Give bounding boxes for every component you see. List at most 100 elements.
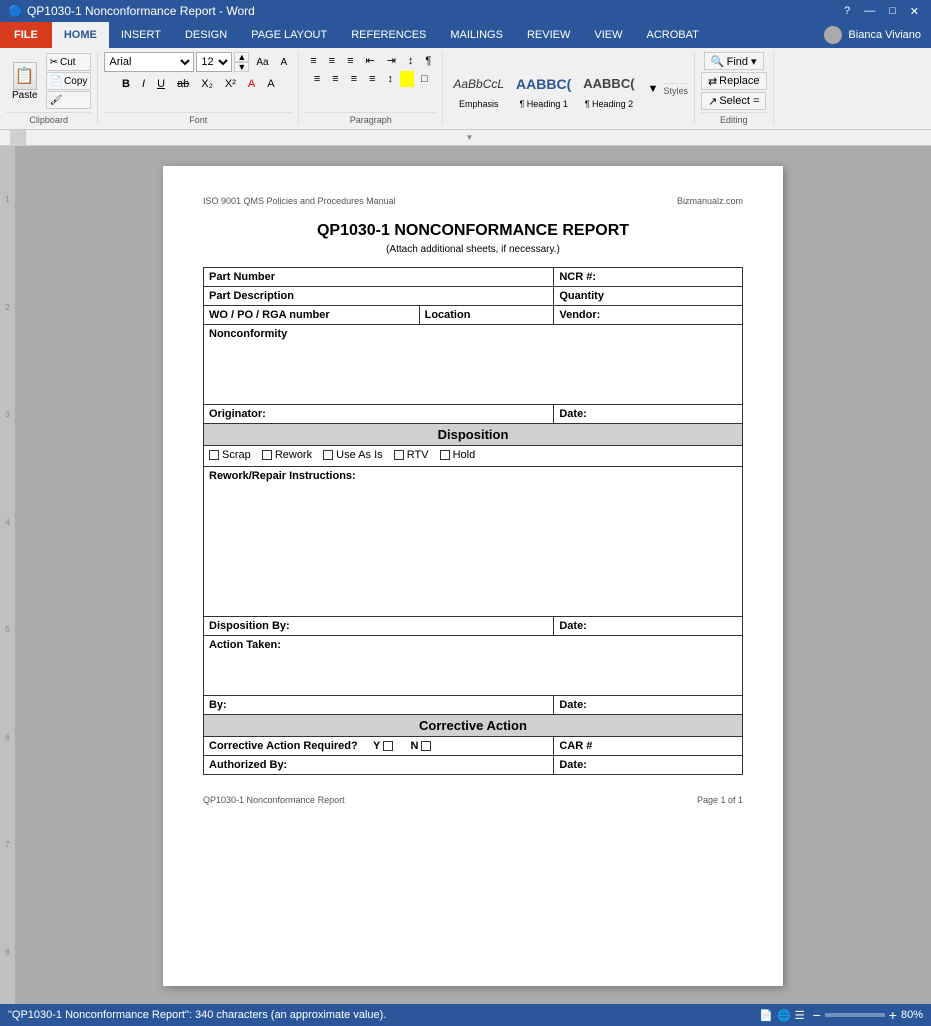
tab-review[interactable]: REVIEW bbox=[515, 22, 582, 48]
outline-view-icon[interactable]: ☰ bbox=[795, 1009, 805, 1022]
tab-insert[interactable]: INSERT bbox=[109, 22, 173, 48]
hold-checkbox[interactable]: Hold bbox=[440, 449, 476, 461]
useas-checkbox[interactable]: Use As Is bbox=[323, 449, 382, 461]
cut-icon: ✂ bbox=[50, 57, 58, 68]
justify-btn[interactable]: ≡ bbox=[364, 71, 380, 87]
replace-button[interactable]: ⇄ Replace bbox=[701, 72, 767, 90]
heading1-label: ¶ Heading 1 bbox=[519, 99, 567, 109]
format-painter-button[interactable]: 🖌 bbox=[46, 91, 92, 109]
style-heading2[interactable]: AABBC( ¶ Heading 2 bbox=[579, 67, 638, 111]
style-emphasis[interactable]: AaBbCcL Emphasis bbox=[449, 67, 508, 111]
styles-more-btn[interactable]: ▼ bbox=[643, 81, 664, 97]
ribbon-group-clipboard: 📋 Paste ✂ Cut 📄 Copy 🖌 Clipboard bbox=[0, 52, 98, 125]
cut-button[interactable]: ✂ Cut bbox=[46, 53, 92, 71]
table-row: WO / PO / RGA number Location Vendor: bbox=[204, 306, 743, 325]
tab-page-layout[interactable]: PAGE LAYOUT bbox=[239, 22, 339, 48]
shading-btn[interactable] bbox=[400, 71, 414, 87]
disposition-header: Disposition bbox=[204, 424, 743, 446]
paragraph-label: Paragraph bbox=[305, 112, 436, 125]
ruler: ▼ bbox=[0, 130, 931, 146]
table-row: Part Description Quantity bbox=[204, 287, 743, 306]
tab-mailings[interactable]: MAILINGS bbox=[438, 22, 515, 48]
copy-button[interactable]: 📄 Copy bbox=[46, 72, 92, 90]
borders-btn[interactable]: □ bbox=[416, 71, 433, 87]
increase-font-btn[interactable]: ▲ bbox=[234, 52, 249, 62]
rtv-label: RTV bbox=[407, 449, 429, 461]
increase-indent-btn[interactable]: ⇥ bbox=[382, 52, 401, 69]
by-label: By: bbox=[204, 696, 554, 715]
user-name[interactable]: Bianca Viviano bbox=[848, 29, 921, 41]
table-row: Scrap Rework Use As Is RTV Hold bbox=[204, 446, 743, 467]
format-painter-icon: 🖌 bbox=[50, 95, 63, 106]
select-icon: ↗ bbox=[708, 95, 717, 108]
print-view-icon[interactable]: 📄 bbox=[759, 1009, 773, 1022]
rework-checkbox[interactable]: Rework bbox=[262, 449, 312, 461]
subscript-btn[interactable]: X₂ bbox=[196, 76, 218, 92]
align-left-btn[interactable]: ≡ bbox=[309, 71, 325, 87]
maximize-btn[interactable]: □ bbox=[885, 5, 900, 18]
date3-label: Date: bbox=[554, 696, 743, 715]
rtv-cb bbox=[394, 450, 404, 460]
clear-format-btn[interactable]: Aa bbox=[251, 55, 273, 70]
multilevel-list-btn[interactable]: ≡ bbox=[342, 52, 358, 69]
decrease-font-btn[interactable]: ▼ bbox=[234, 62, 249, 72]
n-cb bbox=[421, 741, 431, 751]
ruler-main: ▼ bbox=[25, 130, 921, 145]
title-bar-left: 🔵 QP1030-1 Nonconformance Report - Word bbox=[8, 4, 255, 18]
select-button[interactable]: ↗ Select = bbox=[701, 92, 766, 110]
useas-cb bbox=[323, 450, 333, 460]
ribbon-group-editing: 🔍 Find ▾ ⇄ Replace ↗ Select = Editing bbox=[695, 52, 774, 125]
tab-acrobat[interactable]: ACROBAT bbox=[634, 22, 710, 48]
zoom-level[interactable]: 80% bbox=[901, 1009, 923, 1021]
highlight-btn[interactable]: A bbox=[276, 55, 293, 70]
zoom-slider[interactable] bbox=[825, 1013, 885, 1017]
web-view-icon[interactable]: 🌐 bbox=[777, 1009, 791, 1022]
minimize-btn[interactable]: — bbox=[860, 5, 879, 18]
decrease-indent-btn[interactable]: ⇤ bbox=[360, 52, 379, 69]
tab-file[interactable]: FILE bbox=[0, 22, 52, 48]
text-highlight-btn[interactable]: A bbox=[262, 76, 279, 92]
text-color-btn[interactable]: A bbox=[243, 76, 260, 92]
title-bar-controls: ? — □ ✕ bbox=[840, 5, 923, 18]
zoom-out-btn[interactable]: − bbox=[813, 1007, 821, 1023]
doc-subtitle: (Attach additional sheets, if necessary.… bbox=[203, 244, 743, 255]
table-row: Rework/Repair Instructions: bbox=[204, 467, 743, 617]
line-spacing-btn[interactable]: ↕ bbox=[383, 71, 399, 87]
help-btn[interactable]: ? bbox=[840, 5, 854, 18]
align-center-btn[interactable]: ≡ bbox=[327, 71, 343, 87]
table-row: Disposition bbox=[204, 424, 743, 446]
style-heading1[interactable]: AABBC( ¶ Heading 1 bbox=[512, 67, 575, 111]
corrective-y-checkbox[interactable]: Y bbox=[373, 740, 393, 752]
scrap-checkbox[interactable]: Scrap bbox=[209, 449, 251, 461]
paste-button[interactable]: 📋 Paste bbox=[6, 60, 44, 103]
corrective-header: Corrective Action bbox=[204, 715, 743, 737]
find-button[interactable]: 🔍 Find ▾ bbox=[704, 52, 764, 70]
rtv-checkbox[interactable]: RTV bbox=[394, 449, 429, 461]
replace-icon: ⇄ bbox=[708, 75, 717, 88]
font-size-select[interactable]: 12 bbox=[196, 52, 232, 72]
bold-button[interactable]: B bbox=[117, 76, 135, 92]
italic-button[interactable]: I bbox=[137, 76, 150, 92]
tab-home[interactable]: HOME bbox=[52, 22, 109, 48]
tab-design[interactable]: DESIGN bbox=[173, 22, 239, 48]
wopo-label: WO / PO / RGA number bbox=[204, 306, 420, 325]
tab-references[interactable]: REFERENCES bbox=[339, 22, 438, 48]
show-marks-btn[interactable]: ¶ bbox=[420, 52, 436, 69]
align-right-btn[interactable]: ≡ bbox=[346, 71, 362, 87]
corrective-n-checkbox[interactable]: N bbox=[411, 740, 432, 752]
close-btn[interactable]: ✕ bbox=[906, 5, 923, 18]
paragraph-row1: ≡ ≡ ≡ ⇤ ⇥ ↕ ¶ bbox=[305, 52, 436, 69]
disposition-checkboxes: Scrap Rework Use As Is RTV Hold bbox=[204, 446, 743, 467]
sort-btn[interactable]: ↕ bbox=[403, 52, 419, 69]
font-family-select[interactable]: Arial bbox=[104, 52, 194, 72]
zoom-in-btn[interactable]: + bbox=[889, 1007, 897, 1023]
tab-view[interactable]: VIEW bbox=[582, 22, 634, 48]
underline-button[interactable]: U bbox=[152, 76, 170, 92]
bullet-list-btn[interactable]: ≡ bbox=[305, 52, 321, 69]
ribbon-group-styles: AaBbCcL Emphasis AABBC( ¶ Heading 1 AABB… bbox=[443, 52, 695, 125]
zoom-bar: − + 80% bbox=[813, 1007, 923, 1023]
strikethrough-btn[interactable]: ab bbox=[172, 76, 194, 92]
ribbon-group-font: Arial 12 ▲ ▼ Aa A B I U ab X₂ X² A bbox=[98, 52, 299, 125]
superscript-btn[interactable]: X² bbox=[220, 76, 241, 92]
numbered-list-btn[interactable]: ≡ bbox=[324, 52, 340, 69]
